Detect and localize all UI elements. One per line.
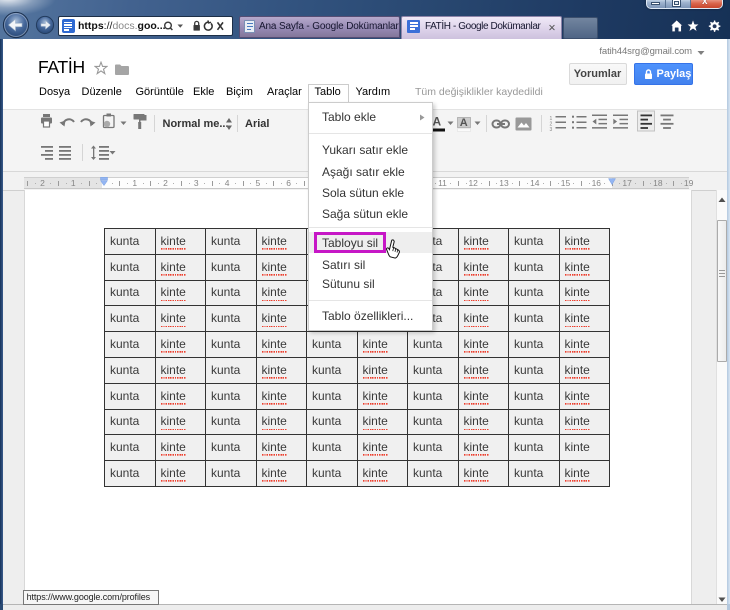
svg-text:A: A bbox=[433, 115, 442, 129]
svg-text:3: 3 bbox=[550, 127, 553, 133]
svg-text:A: A bbox=[460, 117, 468, 129]
